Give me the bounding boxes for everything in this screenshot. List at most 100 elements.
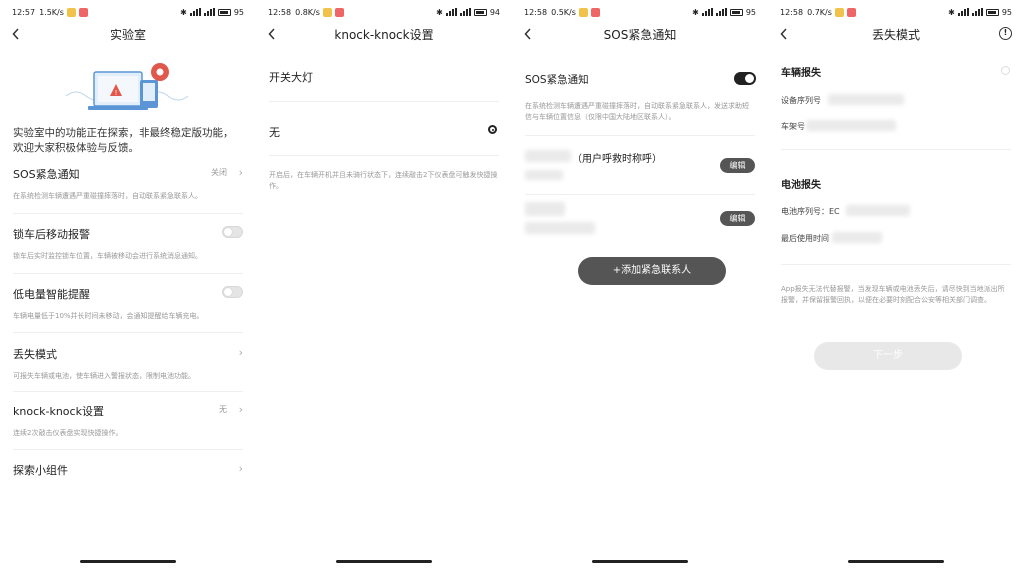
row-sos[interactable]: SOS紧急通知 关闭 › 在系统检测车辆遭遇严重碰撞摔落时，自动联系紧急联系人。 — [13, 166, 243, 201]
bluetooth-icon: ✱ — [948, 7, 955, 17]
lab-intro-text: 实验室中的功能正在探索，非最终稳定版功能，欢迎大家积极体验与反馈。 — [13, 127, 234, 154]
option-headlight[interactable]: 开关大灯 — [269, 69, 499, 85]
knock-note: 开启后，在车辆开机并且未骑行状态下，连续敲击2下仪表盘可触发快捷操作。 — [269, 171, 498, 190]
status-bar: 12:58 0.5K/s ✱ 95 — [512, 0, 768, 24]
row-title: SOS紧急通知 — [13, 168, 80, 181]
device-serial-redacted — [828, 94, 904, 105]
row-desc: 可报失车辆或电池，使车辆进入警报状态，限制电池功能。 — [13, 372, 195, 380]
divider — [13, 273, 243, 274]
row-desc: 连续2次敲击仪表盘实现快捷操作。 — [13, 429, 123, 437]
app-notification-icon — [66, 7, 76, 17]
signal-icon — [971, 8, 983, 16]
divider — [13, 332, 243, 333]
edit-contact-button[interactable]: 编辑 — [720, 158, 755, 173]
nav-bar: knock-knock设置 — [256, 24, 512, 44]
phone-lab: 12:57 1.5K/s ✱ 95 实验室 ! 实验室中的功能正在探索，非最终稳… — [0, 0, 256, 569]
row-desc: 锁车后实时监控锁车位置，车辆被移动会进行系统消息通知。 — [13, 252, 202, 260]
status-bar: 12:57 1.5K/s ✱ 95 — [0, 0, 256, 24]
home-indicator[interactable] — [336, 560, 432, 563]
app-notification-icon — [322, 7, 332, 17]
row-desc: 车辆电量低于10%并长时间未移动，会通知提醒给车辆充电。 — [13, 312, 204, 320]
battery-icon — [473, 8, 487, 16]
contact-name-redacted — [525, 150, 571, 162]
divider — [269, 101, 499, 102]
option-none-radio[interactable] — [488, 125, 497, 134]
frame-no-redacted — [806, 120, 896, 131]
home-indicator[interactable] — [848, 560, 944, 563]
signal-icon — [957, 8, 969, 16]
battery-level: 95 — [1001, 7, 1012, 17]
row-value: 无 — [219, 405, 227, 414]
home-indicator[interactable] — [80, 560, 176, 563]
row-desc: 在系统检测车辆遭遇严重碰撞摔落时，自动联系紧急联系人。 — [13, 192, 202, 200]
battery-icon — [217, 8, 231, 16]
phone-knock-knock: 12:58 0.8K/s ✱ 94 knock-knock设置 开关大灯 无 开… — [256, 0, 512, 569]
battery-icon — [985, 8, 999, 16]
status-speed: 1.5K/s — [39, 7, 64, 17]
signal-icon — [203, 8, 215, 16]
lab-illustration-icon: ! — [62, 58, 192, 118]
low-battery-toggle[interactable] — [222, 286, 243, 298]
last-used-label: 最后使用时间 — [781, 234, 829, 243]
battery-lost-section[interactable]: 电池报失 — [781, 176, 821, 191]
row-knock-knock[interactable]: knock-knock设置 无 › 连续2次敲击仪表盘实现快捷操作。 — [13, 403, 243, 438]
lock-move-alarm-toggle[interactable] — [222, 226, 243, 238]
add-emergency-contact-button[interactable]: +添加紧急联系人 — [578, 257, 726, 285]
info-icon[interactable]: ! — [999, 27, 1012, 40]
chevron-right-icon: › — [238, 403, 243, 416]
chevron-right-icon: › — [238, 166, 243, 179]
row-title: 锁车后移动报警 — [13, 228, 90, 241]
battery-icon — [729, 8, 743, 16]
edit-contact-button[interactable]: 编辑 — [720, 211, 755, 226]
divider — [13, 449, 243, 450]
vehicle-lost-section[interactable]: 车辆报失 — [781, 64, 821, 79]
home-indicator[interactable] — [592, 560, 688, 563]
row-widgets[interactable]: 探索小组件 › — [13, 462, 243, 478]
next-step-button[interactable]: 下一步 — [814, 342, 962, 370]
app-notification-icon — [590, 7, 600, 17]
divider — [781, 264, 1011, 265]
battery-serial-label: 电池序列号：EC — [781, 207, 840, 216]
chevron-right-icon: › — [238, 346, 243, 359]
row-lost-mode[interactable]: 丢失模式 › 可报失车辆或电池，使车辆进入警报状态，限制电池功能。 — [13, 346, 243, 381]
nav-bar: SOS紧急通知 — [512, 24, 768, 44]
divider — [13, 391, 243, 392]
row-title: 低电量智能提醒 — [13, 288, 90, 301]
row-title: 丢失模式 — [13, 348, 57, 361]
row-lock-move-alarm[interactable]: 锁车后移动报警 锁车后实时监控锁车位置，车辆被移动会进行系统消息通知。 — [13, 226, 243, 261]
divider — [13, 213, 243, 214]
divider — [269, 155, 499, 156]
status-speed: 0.8K/s — [295, 7, 320, 17]
contact-name-redacted — [525, 202, 565, 216]
back-icon[interactable] — [520, 25, 536, 43]
signal-icon — [445, 8, 457, 16]
option-none[interactable]: 无 — [269, 124, 499, 140]
app-notification-icon — [846, 7, 856, 17]
chevron-right-icon: › — [238, 462, 243, 475]
status-time: 12:58 — [524, 7, 548, 17]
sos-toggle[interactable] — [734, 72, 756, 85]
battery-level: 95 — [233, 7, 244, 17]
row-value: 关闭 — [211, 168, 227, 177]
status-speed: 0.7K/s — [807, 7, 832, 17]
row-title: 探索小组件 — [13, 464, 68, 477]
app-notification-icon — [334, 7, 344, 17]
page-title: 丢失模式 — [871, 27, 920, 42]
divider — [525, 135, 755, 136]
vehicle-lost-radio[interactable] — [1001, 66, 1010, 75]
battery-level: 94 — [489, 7, 500, 17]
back-icon[interactable] — [776, 25, 792, 43]
status-time: 12:58 — [268, 7, 292, 17]
last-used-redacted — [832, 232, 882, 243]
row-title: knock-knock设置 — [13, 405, 104, 418]
nav-bar: 实验室 — [0, 24, 256, 44]
signal-icon — [715, 8, 727, 16]
bluetooth-icon: ✱ — [180, 7, 187, 17]
row-low-battery[interactable]: 低电量智能提醒 车辆电量低于10%并长时间未移动，会通知提醒给车辆充电。 — [13, 286, 243, 321]
back-icon[interactable] — [264, 25, 280, 43]
status-time: 12:58 — [780, 7, 804, 17]
frame-no-label: 车架号 — [781, 122, 805, 131]
status-bar: 12:58 0.7K/s ✱ 95 — [768, 0, 1024, 24]
status-speed: 0.5K/s — [551, 7, 576, 17]
back-icon[interactable] — [8, 25, 24, 43]
